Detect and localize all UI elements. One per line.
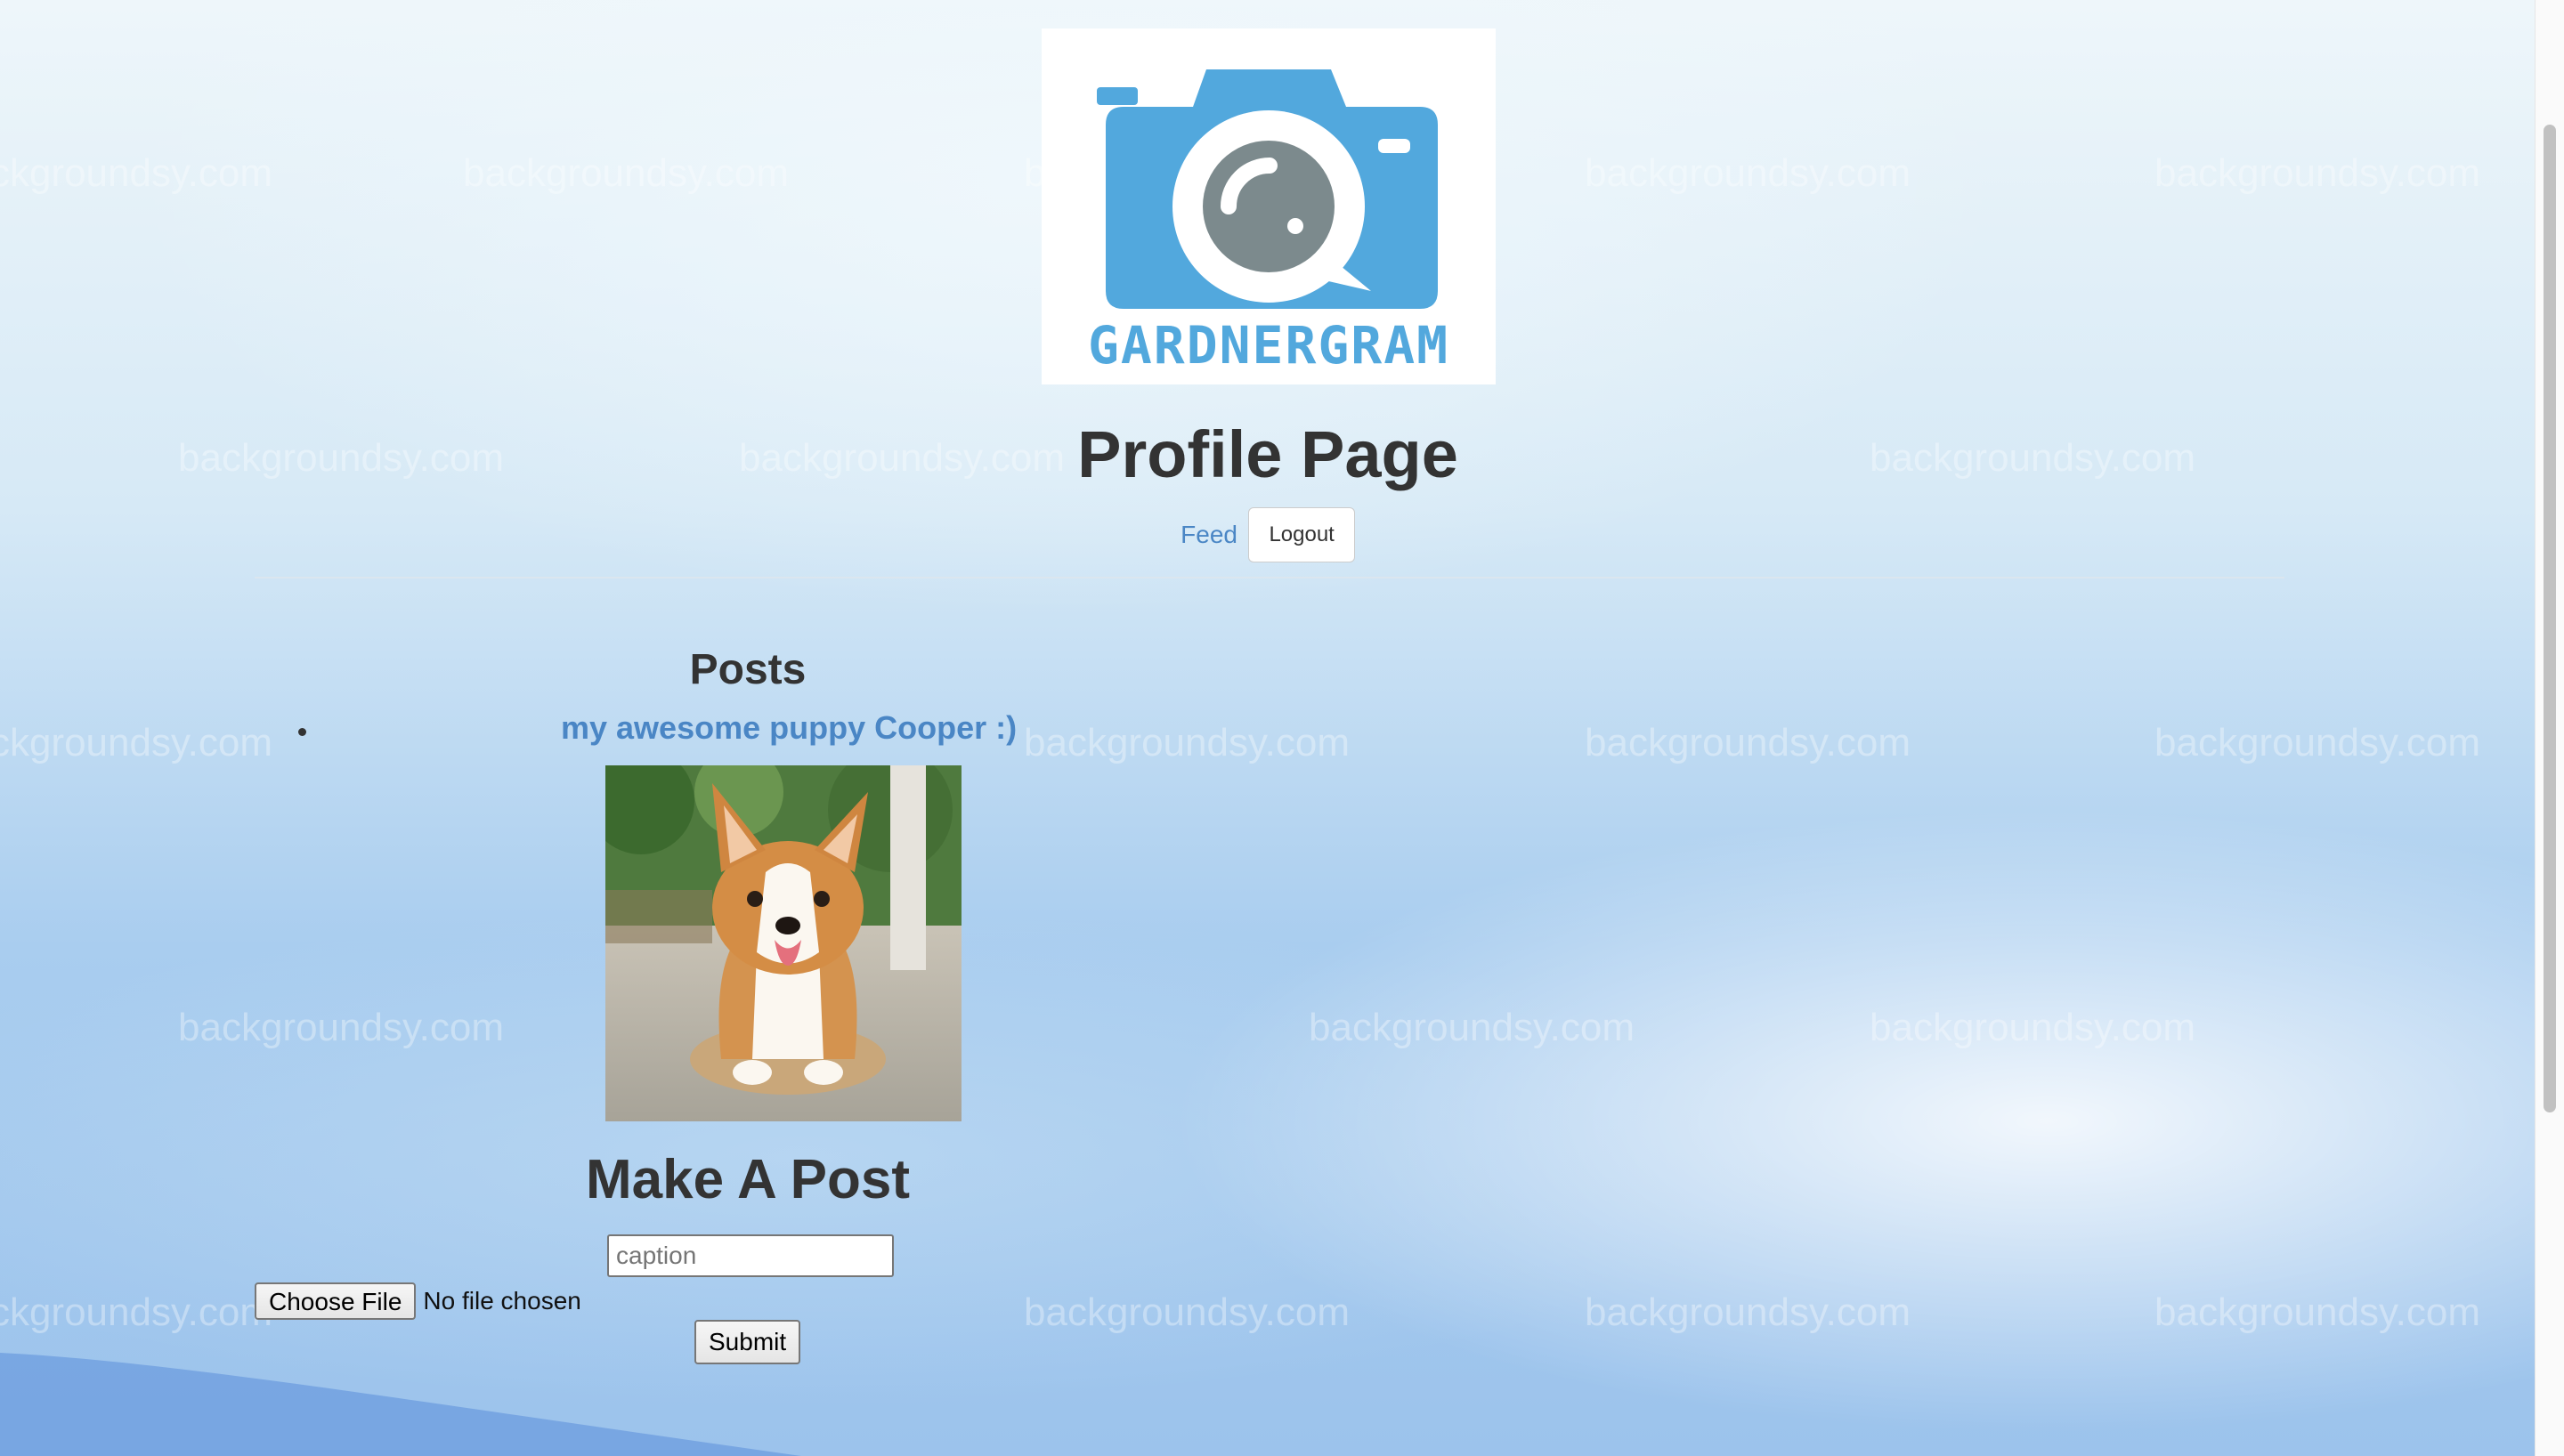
background-wave — [0, 1353, 801, 1456]
caption-input[interactable] — [607, 1234, 894, 1277]
vertical-scrollbar[interactable] — [2535, 0, 2564, 1456]
page: backgroundsy.com backgroundsy.com backgr… — [0, 0, 2536, 1456]
gardnergram-logo: GARDNERGRAM — [1042, 28, 1496, 384]
watermark: backgroundsy.com — [1309, 1006, 1635, 1049]
watermark: backgroundsy.com — [0, 721, 273, 764]
watermark: backgroundsy.com — [1585, 151, 1911, 195]
post-image — [605, 765, 961, 1121]
watermark: backgroundsy.com — [0, 151, 273, 195]
watermark: backgroundsy.com — [1024, 1290, 1351, 1334]
watermark: backgroundsy.com — [2154, 151, 2481, 195]
choose-file-button[interactable]: Choose File — [255, 1282, 417, 1320]
submit-button[interactable]: Submit — [694, 1320, 801, 1364]
file-picker: Choose File No file chosen — [255, 1282, 581, 1321]
watermark: backgroundsy.com — [463, 151, 790, 195]
logout-button[interactable]: Logout — [1248, 507, 1355, 562]
watermark: backgroundsy.com — [0, 1290, 273, 1334]
logo-text: GARDNERGRAM — [1087, 315, 1450, 376]
watermark: backgroundsy.com — [1024, 721, 1351, 764]
divider — [255, 577, 2284, 578]
watermark: backgroundsy.com — [1585, 1290, 1911, 1334]
watermark: backgroundsy.com — [1870, 1006, 2196, 1049]
scrollbar-thumb[interactable] — [2544, 125, 2556, 1112]
page-title: Profile Page — [1077, 417, 1458, 491]
make-post-heading: Make A Post — [585, 1149, 911, 1210]
watermark: backgroundsy.com — [2154, 1290, 2481, 1334]
watermark: backgroundsy.com — [2154, 721, 2481, 764]
feed-link[interactable]: Feed — [1181, 521, 1237, 548]
list-bullet — [298, 728, 306, 736]
post-caption-link[interactable]: my awesome puppy Cooper :) — [561, 709, 1017, 747]
file-status-text: No file chosen — [423, 1287, 581, 1314]
posts-heading: Posts — [689, 646, 807, 693]
watermark: backgroundsy.com — [1585, 721, 1911, 764]
watermark: backgroundsy.com — [178, 1006, 505, 1049]
nav-bar: Feed Logout — [0, 507, 2536, 562]
